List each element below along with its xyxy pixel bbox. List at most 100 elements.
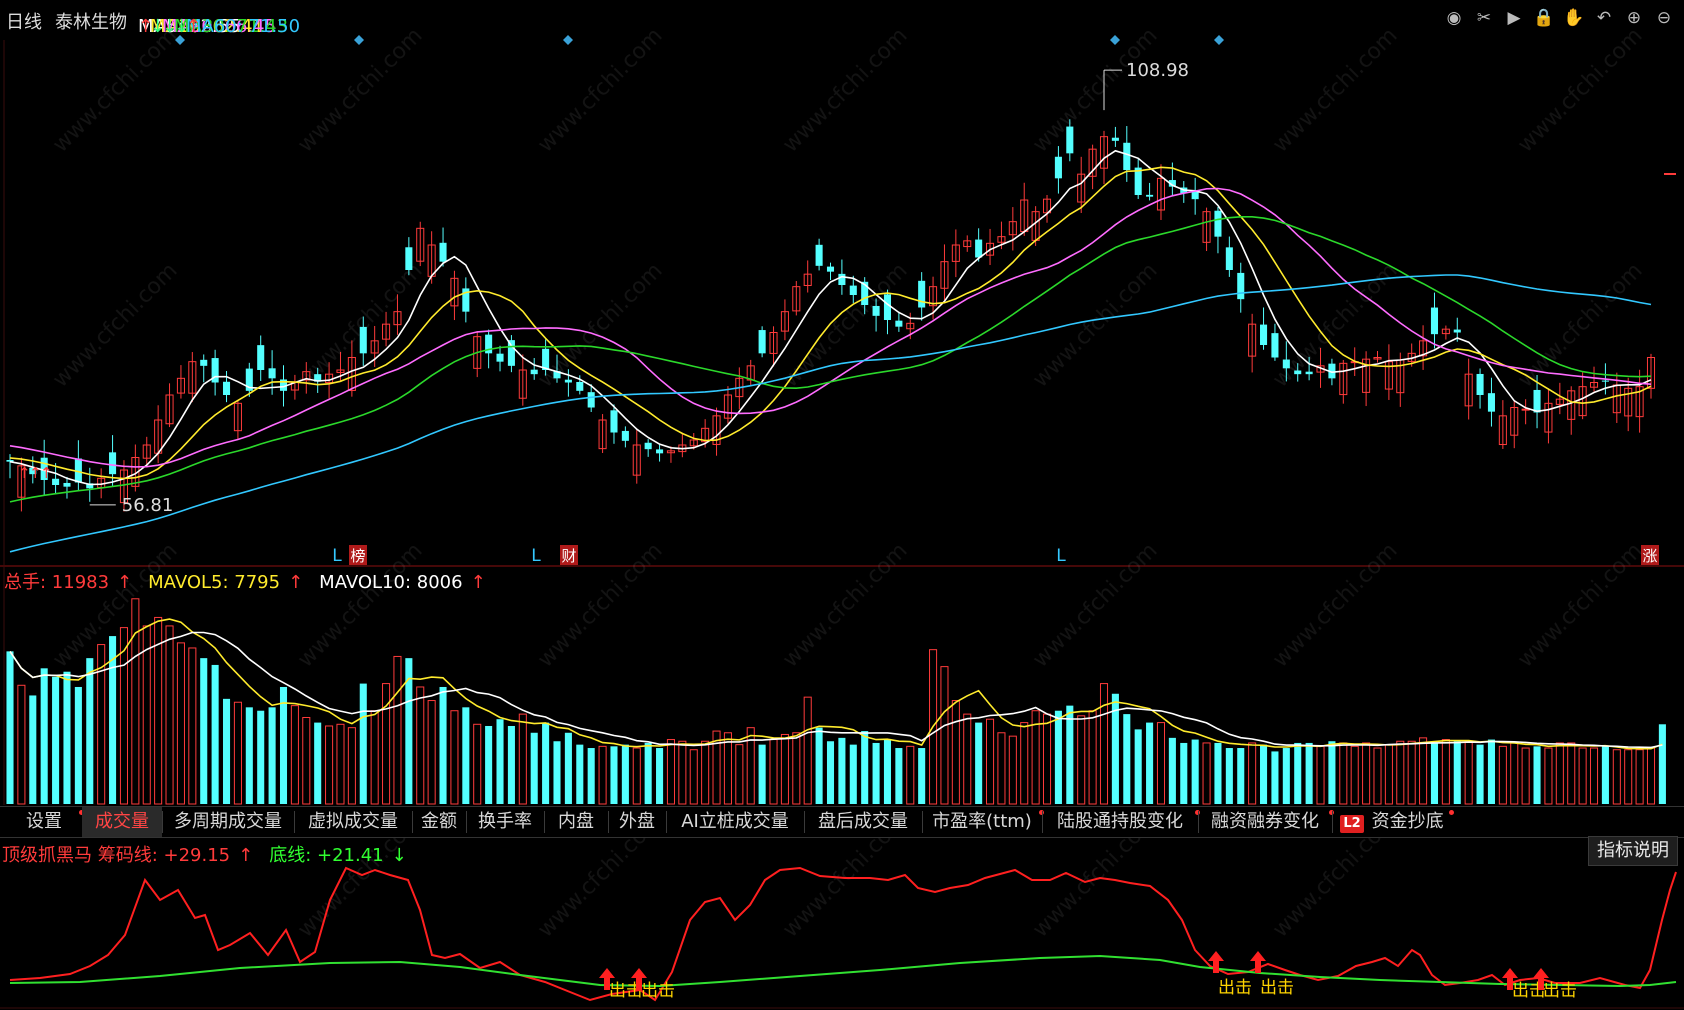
candle-down — [1146, 194, 1154, 197]
tab-12[interactable]: 融资融券变化 — [1198, 807, 1334, 837]
volume-bar-down — [610, 746, 618, 804]
volume-bar-up — [1498, 745, 1507, 805]
indicator-header: 顶级抓黑马 筹码线: +29.15 ↑ 底线: +21.41 ↓ — [2, 841, 423, 867]
zoom-in-icon[interactable]: ⊕ — [1622, 6, 1646, 30]
tab-1[interactable]: 成交量 — [82, 807, 162, 837]
volume-bar-down — [838, 737, 846, 804]
watermark-text: www.cfchi.com — [1268, 538, 1402, 672]
volume-bar-down — [462, 707, 470, 804]
watermark-text: www.cfchi.com — [1513, 538, 1647, 672]
volume-bar-down — [576, 744, 584, 804]
tab-7[interactable]: 外盘 — [608, 807, 666, 837]
candle-down — [507, 340, 515, 366]
candle-down — [496, 353, 504, 362]
zoom-out-icon[interactable]: ⊖ — [1652, 6, 1676, 30]
volume-bar-down — [1123, 714, 1131, 804]
volume-bar-up — [1589, 747, 1599, 805]
tab-6[interactable]: 内盘 — [544, 807, 608, 837]
undo-icon[interactable]: ↶ — [1592, 6, 1616, 30]
play-icon[interactable]: ▶ — [1502, 6, 1526, 30]
tab-0[interactable]: 设置 — [6, 807, 84, 837]
tab-9[interactable]: 盘后成交量 — [804, 807, 922, 837]
watermark-text: www.cfchi.com — [778, 538, 912, 672]
volume-bar-up — [119, 627, 128, 805]
volume-bar-down — [1066, 705, 1074, 804]
volume-bar-up — [1635, 749, 1644, 805]
volume-bar-down — [1191, 739, 1199, 804]
tab-label: 金额 — [421, 811, 457, 832]
volume-bar-up — [666, 739, 675, 805]
tab-8[interactable]: AI立桩成交量 — [666, 807, 804, 837]
tab-13[interactable]: L2 资金抄底 — [1332, 807, 1454, 837]
volume-bar-up — [473, 723, 482, 805]
tab-label: 陆股通持股变化 — [1057, 811, 1183, 832]
candle-down — [530, 369, 538, 375]
lock-icon[interactable]: 🔒 — [1532, 6, 1556, 30]
volume-bar-down — [74, 686, 82, 804]
volume-bar-up — [1419, 737, 1428, 805]
indicator-legend-item: 底线: +21.41 ↓ — [269, 845, 415, 866]
event-badge-label: 财 — [561, 547, 576, 565]
candle-down — [883, 294, 892, 320]
volume-bar-down — [245, 707, 253, 804]
candle-down — [1054, 156, 1062, 179]
volume-bar-down — [542, 722, 550, 804]
buy-signal-label: 出击 — [641, 981, 675, 1001]
volume-bar-down — [849, 744, 857, 804]
volume-bar-up — [1077, 715, 1086, 805]
candle-down — [1260, 324, 1268, 345]
volume-bar-up — [963, 713, 972, 805]
scissors-icon[interactable]: ✂ — [1472, 6, 1496, 30]
volume-bar-down — [257, 710, 265, 804]
candle-down — [1453, 329, 1461, 333]
candle-down — [1487, 393, 1495, 412]
low-price-label: 56.81 — [122, 495, 174, 516]
eye-icon[interactable]: ◉ — [1442, 6, 1466, 30]
tab-label: 资金抄底 — [1371, 811, 1444, 832]
tab-3[interactable]: 虚拟成交量 — [294, 807, 412, 837]
tab-4[interactable]: 金额 — [412, 807, 466, 837]
volume-bar-down — [918, 748, 926, 804]
volume-bar-up — [1407, 740, 1416, 805]
volume-bar-down — [1054, 710, 1062, 804]
volume-bar-down — [1476, 744, 1484, 804]
candle-down — [564, 379, 572, 383]
volume-bar-down — [883, 739, 892, 804]
watermark-layer: www.cfchi.com www.cfchi.com www.cfchi.com w… — [48, 23, 1647, 942]
volume-trend-arrow: ↑ — [117, 572, 133, 593]
tab-2[interactable]: 多周期成交量 — [162, 807, 294, 837]
volume-bar-up — [1396, 740, 1405, 805]
volume-bar-up — [336, 723, 345, 805]
tab-10[interactable]: 市盈率(ttm) — [922, 807, 1044, 837]
event-l-marker: L — [332, 546, 342, 566]
volume-bar-up — [1384, 744, 1393, 805]
watermark-text: www.cfchi.com — [533, 23, 667, 157]
watermark-text: www.cfchi.com — [1268, 23, 1402, 157]
volume-bar-up — [906, 745, 915, 805]
candle-down — [1476, 373, 1484, 395]
volume-bar-down — [530, 732, 538, 804]
volume-bar-up — [1521, 747, 1530, 805]
indicator-help-button[interactable]: 指标说明 — [1588, 836, 1678, 866]
period-label[interactable]: 日线 — [6, 8, 42, 34]
candle-down — [815, 244, 823, 266]
volume-bar-up — [347, 727, 356, 805]
volume-bar-down — [485, 725, 493, 804]
indicator-legend-item: 顶级抓黑马 筹码线: +29.15 ↑ — [2, 845, 261, 866]
tab-11[interactable]: 陆股通持股变化 — [1042, 807, 1200, 837]
volume-bar-down — [861, 731, 869, 804]
volume-bar-down — [1180, 742, 1188, 804]
watermark-text: www.cfchi.com — [533, 258, 667, 392]
volume-bar-down — [63, 671, 71, 804]
tab-5[interactable]: 换手率 — [466, 807, 544, 837]
hand-icon[interactable]: ✋ — [1562, 6, 1586, 30]
volume-bar-up — [188, 647, 197, 805]
volume-bar-down — [1271, 751, 1279, 804]
candle-down — [838, 273, 846, 285]
candle-down — [63, 482, 71, 487]
volume-bar-up — [1316, 745, 1325, 805]
candle-down — [359, 326, 367, 354]
volume-bar-down — [872, 742, 880, 804]
candle-down — [1305, 371, 1313, 375]
volume-legend-item: MAVOL10: 8006 ↑ — [319, 572, 493, 593]
